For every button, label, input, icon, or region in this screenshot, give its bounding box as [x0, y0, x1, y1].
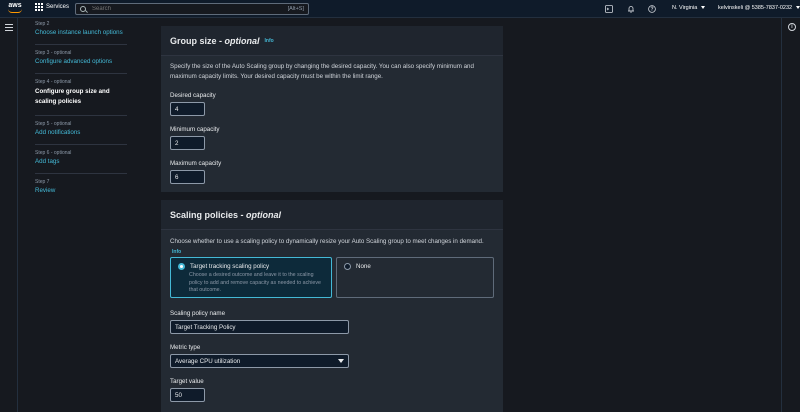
scaling-policies-header: Scaling policies - optional [161, 200, 503, 230]
left-rail [0, 18, 18, 412]
step-6: Step 6 - optional Add tags [35, 145, 127, 174]
step-number: Step 2 [35, 21, 50, 27]
minimum-capacity-input[interactable] [170, 136, 205, 150]
search-shortcut-hint: [Alt+S] [287, 6, 304, 12]
step-2: Step 2 Choose instance launch options [35, 18, 127, 45]
step-number: Step 4 - optional [35, 79, 72, 85]
minimum-capacity-label: Minimum capacity [170, 126, 220, 133]
scaling-policy-name-label: Scaling policy name [170, 310, 226, 317]
target-tracking-label: Target tracking scaling policy [190, 263, 270, 270]
wizard-steps: Step 2 Choose instance launch options St… [35, 18, 127, 202]
target-value-input[interactable] [170, 388, 205, 402]
aws-logo[interactable]: aws [6, 2, 24, 16]
step-number: Step 5 - optional [35, 121, 72, 127]
account-label: kelvinskeli @ 5385-7837-0232 [718, 5, 793, 11]
notifications-bell-icon[interactable] [627, 5, 635, 13]
step-link-choose-instance-launch-options[interactable]: Choose instance launch options [35, 29, 127, 36]
step-7: Step 7 Review [35, 174, 127, 202]
svg-text:?: ? [650, 7, 653, 13]
step-number: Step 3 - optional [35, 50, 72, 56]
services-label: Services [46, 4, 70, 10]
info-panel-icon[interactable]: i [788, 23, 796, 31]
step-link-configure-advanced-options[interactable]: Configure advanced options [35, 58, 127, 65]
step-5: Step 5 - optional Add notifications [35, 116, 127, 145]
step-link-add-notifications[interactable]: Add notifications [35, 129, 127, 136]
none-option[interactable]: None [336, 257, 494, 298]
scaling-policies-panel: Scaling policies - optional Choose wheth… [161, 200, 503, 412]
menu-hamburger-icon[interactable] [5, 24, 13, 33]
scaling-policies-title: Scaling policies - optional [170, 209, 282, 220]
services-grid-icon [35, 3, 43, 11]
group-size-title: Group size - optional [170, 35, 260, 46]
step-link-review[interactable]: Review [35, 187, 127, 194]
metric-type-select[interactable]: Average CPU utilization [170, 354, 349, 368]
account-menu[interactable]: kelvinskeli @ 5385-7837-0232 [718, 5, 800, 11]
metric-type-value: Average CPU utilization [175, 357, 241, 365]
scaling-description: Choose whether to use a scaling policy t… [170, 237, 490, 257]
search-icon [80, 6, 86, 12]
region-caret-icon [700, 6, 705, 10]
desired-capacity-input[interactable] [170, 102, 205, 116]
target-tracking-description: Choose a desired outcome and leave it to… [189, 272, 321, 293]
target-tracking-option[interactable]: Target tracking scaling policy Choose a … [170, 257, 332, 298]
region-selector[interactable]: N. Virginia [672, 5, 705, 11]
maximum-capacity-input[interactable] [170, 170, 205, 184]
step-link-add-tags[interactable]: Add tags [35, 158, 127, 165]
none-label: None [356, 263, 371, 270]
step-current-configure-group-size: Configure group size and scaling policie… [35, 88, 110, 105]
services-menu-button[interactable]: Services [35, 3, 69, 11]
group-size-info-link[interactable]: Info [265, 38, 274, 44]
scaling-description-text: Choose whether to use a scaling policy t… [170, 238, 484, 245]
target-value-label: Target value [170, 378, 204, 385]
step-number: Step 7 [35, 179, 50, 185]
scaling-policy-name-input[interactable] [170, 320, 349, 334]
step-4: Step 4 - optional Configure group size a… [35, 74, 127, 116]
step-3: Step 3 - optional Configure advanced opt… [35, 45, 127, 74]
cloudshell-icon[interactable] [605, 5, 613, 13]
step-number: Step 6 - optional [35, 150, 72, 156]
region-label: N. Virginia [672, 5, 698, 11]
maximum-capacity-label: Maximum capacity [170, 160, 222, 167]
group-size-panel: Group size - optional Info Specify the s… [161, 26, 503, 192]
desired-capacity-label: Desired capacity [170, 92, 216, 99]
aws-logo-smile-icon [8, 9, 22, 13]
search-box[interactable]: [Alt+S] [75, 3, 309, 15]
aws-logo-text: aws [8, 2, 22, 9]
chevron-down-icon [338, 359, 344, 363]
target-tracking-radio[interactable] [178, 263, 185, 270]
search-input[interactable] [92, 6, 288, 12]
right-rail: i [781, 18, 800, 412]
group-size-header: Group size - optional Info [161, 26, 503, 56]
none-radio[interactable] [344, 263, 351, 270]
account-caret-icon [795, 6, 800, 10]
metric-type-label: Metric type [170, 344, 201, 351]
top-navigation: aws Services [Alt+S] ? N. Virginia kelvi… [0, 0, 800, 18]
scaling-info-link[interactable]: Info [172, 249, 181, 255]
help-icon[interactable]: ? [648, 5, 656, 13]
group-size-description: Specify the size of the Auto Scaling gro… [170, 63, 474, 80]
